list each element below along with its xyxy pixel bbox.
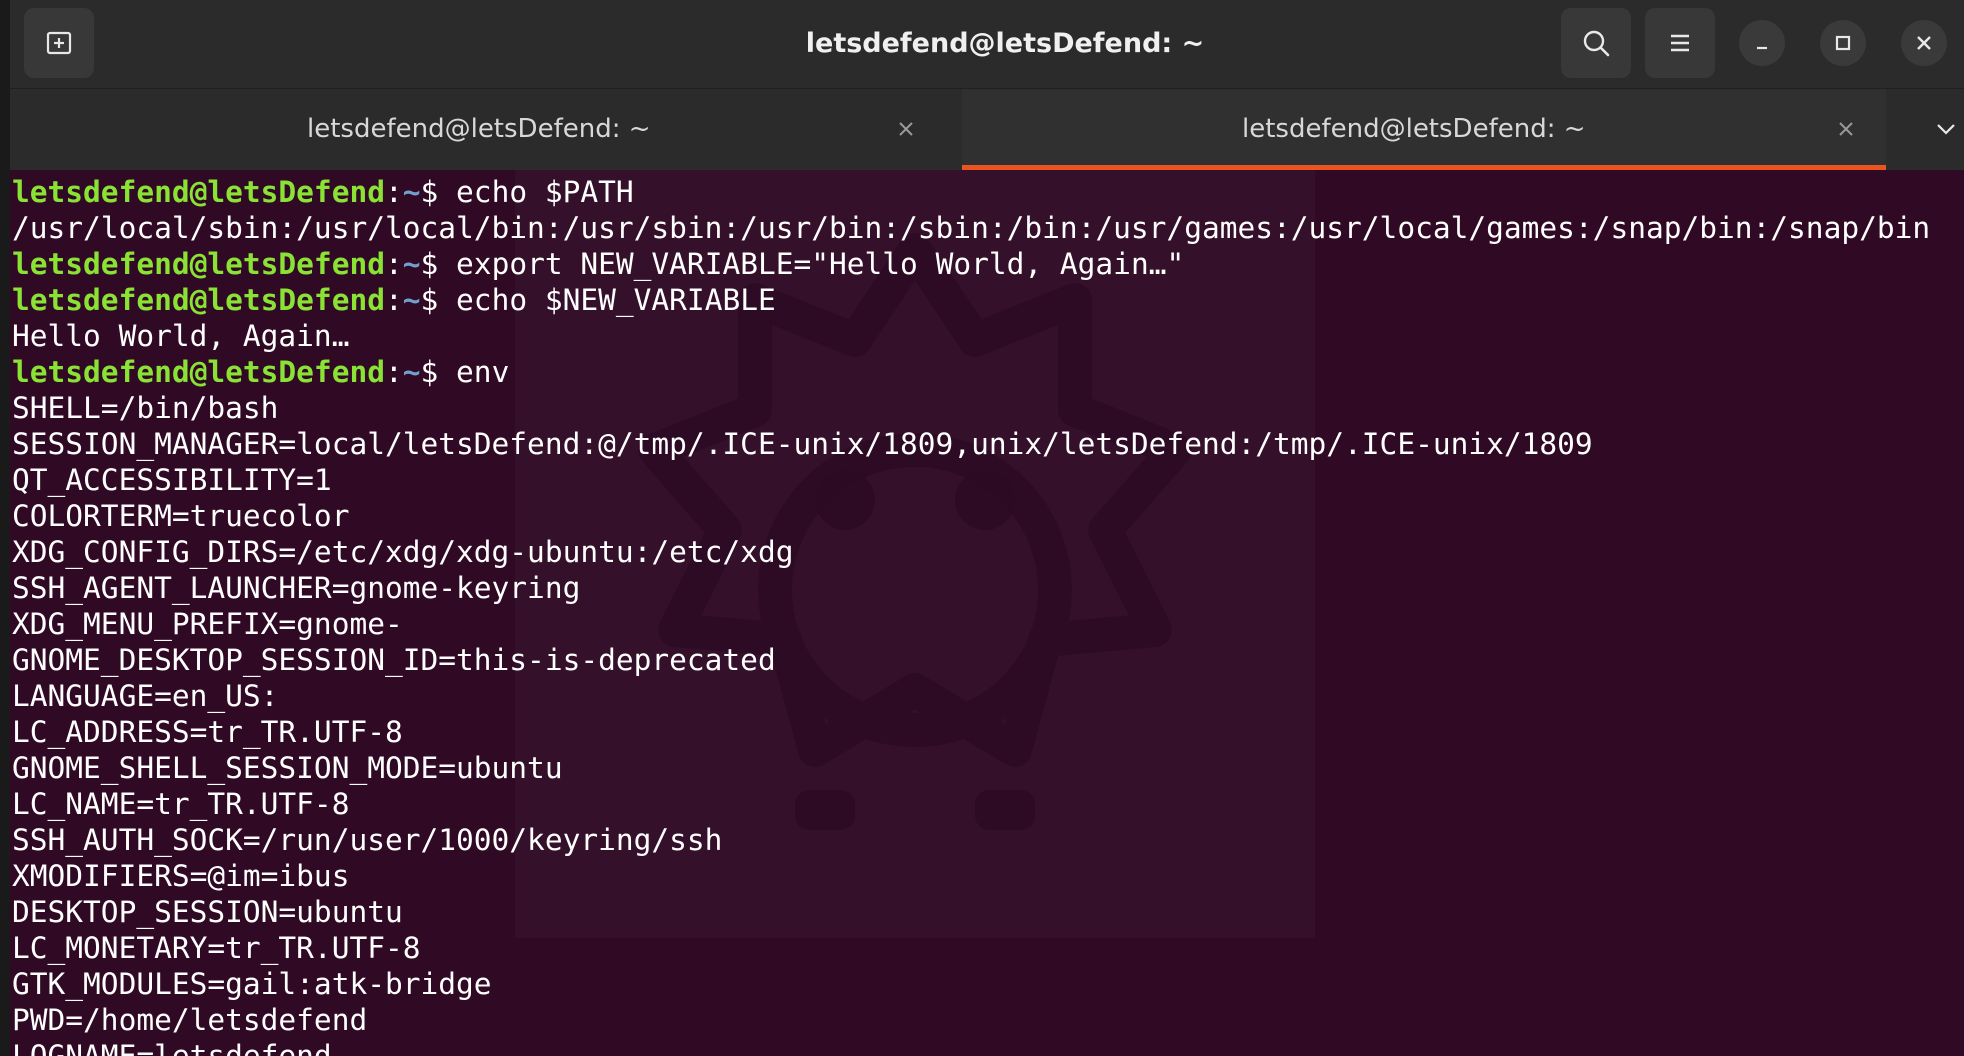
minimize-button[interactable] <box>1739 20 1785 66</box>
tab-list-dropdown[interactable] <box>1928 111 1964 147</box>
tab-terminal-2[interactable]: letsdefend@letsDefend: ~ <box>962 89 1886 170</box>
prompt-user-host: letsdefend@letsDefend <box>12 247 385 281</box>
prompt-line: letsdefend@letsDefend:~$ echo $PATH <box>12 174 1930 210</box>
minimize-icon <box>1757 46 1767 50</box>
output-line: LOGNAME=letsdefend <box>12 1039 332 1056</box>
output-line: /usr/local/sbin:/usr/local/bin:/usr/sbin… <box>12 211 1931 245</box>
prompt-line: letsdefend@letsDefend:~$ echo $NEW_VARIA… <box>12 282 1930 318</box>
close-window-button[interactable] <box>1901 20 1947 66</box>
prompt-symbol: $ <box>420 283 457 317</box>
output-line: LC_MONETARY=tr_TR.UTF-8 <box>12 931 421 965</box>
maximize-button[interactable] <box>1820 20 1866 66</box>
output-line: SESSION_MANAGER=local/letsDefend:@/tmp/.… <box>12 427 1593 461</box>
prompt-path: ~ <box>402 175 421 209</box>
output-line: COLORTERM=truecolor <box>12 499 350 533</box>
maximize-icon <box>1835 35 1851 51</box>
tab-terminal-1[interactable]: letsdefend@letsDefend: ~ <box>10 89 962 170</box>
tab-label: letsdefend@letsDefend: ~ <box>307 114 651 144</box>
prompt-separator: : <box>384 247 403 281</box>
terminal-view[interactable]: letsdefend@letsDefend:~$ echo $PATH/usr/… <box>0 170 1964 1056</box>
output-line: LANGUAGE=en_US: <box>12 679 279 713</box>
output-line: PWD=/home/letsdefend <box>12 1003 368 1037</box>
command-text: export NEW_VARIABLE="Hello World, Again…… <box>456 247 1185 281</box>
new-tab-button[interactable] <box>24 8 94 78</box>
prompt-path: ~ <box>402 355 421 389</box>
chevron-down-icon <box>1937 124 1955 135</box>
tab-close-button[interactable] <box>1830 113 1862 145</box>
prompt-symbol: $ <box>420 355 457 389</box>
output-line: QT_ACCESSIBILITY=1 <box>12 463 332 497</box>
hamburger-menu-icon <box>1671 34 1689 52</box>
terminal-window: letsdefend@letsDefend: ~ letsdefend@lets… <box>0 0 1964 1056</box>
new-tab-icon <box>46 31 72 55</box>
output-line: DESKTOP_SESSION=ubuntu <box>12 895 403 929</box>
output-line: LC_NAME=tr_TR.UTF-8 <box>12 787 350 821</box>
output-line: SSH_AUTH_SOCK=/run/user/1000/keyring/ssh <box>12 823 723 857</box>
prompt-user-host: letsdefend@letsDefend <box>12 175 385 209</box>
prompt-user-host: letsdefend@letsDefend <box>12 283 385 317</box>
command-text: echo $PATH <box>456 175 634 209</box>
output-line: LC_ADDRESS=tr_TR.UTF-8 <box>12 715 403 749</box>
command-text: echo $NEW_VARIABLE <box>456 283 776 317</box>
window-title: letsdefend@letsDefend: ~ <box>805 28 1205 59</box>
output-line: XDG_MENU_PREFIX=gnome- <box>12 607 403 641</box>
search-icon <box>1583 30 1610 57</box>
close-icon <box>1917 36 1931 50</box>
menu-button[interactable] <box>1645 8 1715 78</box>
output-line: GTK_MODULES=gail:atk-bridge <box>12 967 492 1001</box>
output-line: SHELL=/bin/bash <box>12 391 279 425</box>
prompt-path: ~ <box>402 247 421 281</box>
prompt-separator: : <box>384 283 403 317</box>
search-button[interactable] <box>1561 8 1631 78</box>
output-line: GNOME_DESKTOP_SESSION_ID=this-is-depreca… <box>12 643 776 677</box>
header-bar: letsdefend@letsDefend: ~ <box>0 0 1964 88</box>
output-line: XDG_CONFIG_DIRS=/etc/xdg/xdg-ubuntu:/etc… <box>12 535 794 569</box>
prompt-user-host: letsdefend@letsDefend <box>12 355 385 389</box>
prompt-path: ~ <box>402 283 421 317</box>
prompt-symbol: $ <box>420 175 457 209</box>
prompt-line: letsdefend@letsDefend:~$ export NEW_VARI… <box>12 246 1930 282</box>
tab-bar: letsdefend@letsDefend: ~ letsdefend@lets… <box>0 88 1964 170</box>
terminal-output: letsdefend@letsDefend:~$ echo $PATH/usr/… <box>12 174 1930 1056</box>
output-line: XMODIFIERS=@im=ibus <box>12 859 350 893</box>
tab-label: letsdefend@letsDefend: ~ <box>1242 114 1586 144</box>
prompt-separator: : <box>384 175 403 209</box>
output-line: SSH_AGENT_LAUNCHER=gnome-keyring <box>12 571 581 605</box>
close-icon <box>899 122 913 136</box>
command-text: env <box>456 355 510 389</box>
prompt-line: letsdefend@letsDefend:~$ env <box>12 354 1930 390</box>
close-icon <box>1839 122 1853 136</box>
output-line: GNOME_SHELL_SESSION_MODE=ubuntu <box>12 751 563 785</box>
output-line: Hello World, Again… <box>12 319 350 353</box>
tab-close-button[interactable] <box>890 113 922 145</box>
prompt-separator: : <box>384 355 403 389</box>
prompt-symbol: $ <box>420 247 457 281</box>
